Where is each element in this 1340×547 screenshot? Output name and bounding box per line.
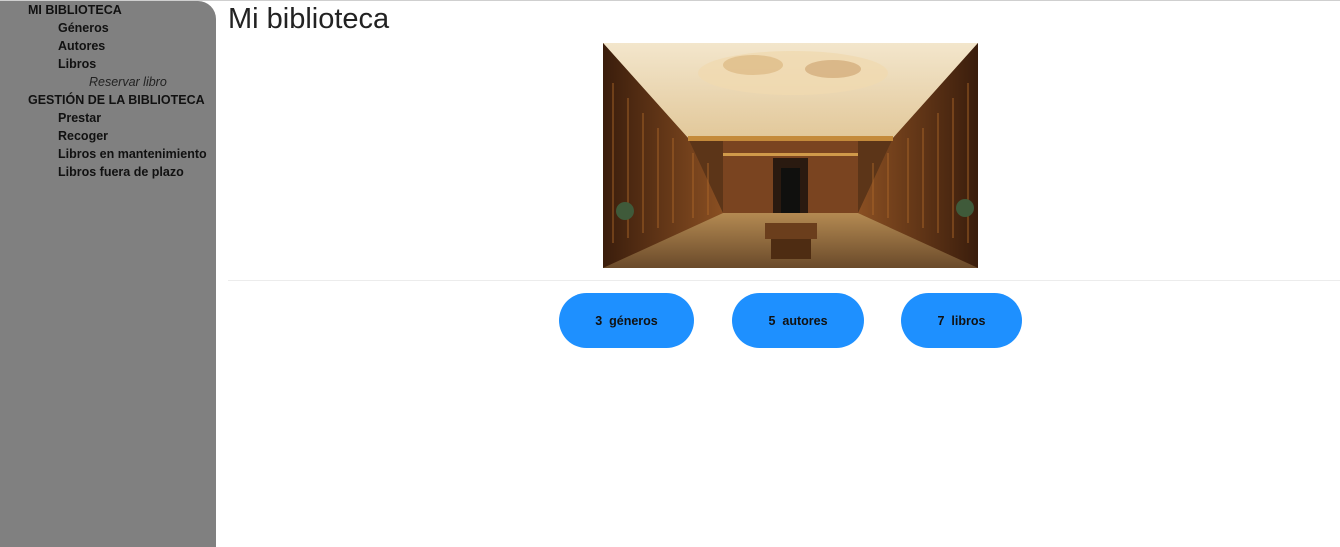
sidebar-section-mi-biblioteca[interactable]: MI BIBLIOTECA: [28, 1, 122, 19]
sidebar-item-autores[interactable]: Autores: [58, 37, 105, 55]
authors-label: autores: [782, 313, 828, 328]
sidebar-item-libros-fuera-plazo[interactable]: Libros fuera de plazo: [58, 163, 184, 181]
sidebar-menu: MI BIBLIOTECA Géneros Autores Libros Res…: [0, 1, 216, 547]
genres-count: 3: [595, 313, 603, 328]
books-count-button[interactable]: 7 libros: [901, 293, 1022, 348]
genres-label: géneros: [609, 313, 658, 328]
authors-count-button[interactable]: 5 autores: [732, 293, 864, 348]
sidebar-item-prestar[interactable]: Prestar: [58, 109, 101, 127]
page-title: Mi biblioteca: [228, 3, 390, 35]
books-label: libros: [951, 313, 986, 328]
sidebar-item-reservar-libro[interactable]: Reservar libro: [89, 73, 167, 91]
sidebar-item-libros[interactable]: Libros: [58, 55, 96, 73]
content-divider: [228, 280, 1340, 281]
authors-count: 5: [768, 313, 776, 328]
books-count: 7: [937, 313, 945, 328]
sidebar-item-generos[interactable]: Géneros: [58, 19, 109, 37]
genres-count-button[interactable]: 3 géneros: [559, 293, 694, 348]
sidebar-item-recoger[interactable]: Recoger: [58, 127, 108, 145]
sidebar-section-gestion[interactable]: GESTIÓN DE LA BIBLIOTECA: [28, 91, 205, 109]
sidebar-item-libros-mantenimiento[interactable]: Libros en mantenimiento: [58, 145, 207, 163]
library-hall-image: [603, 43, 978, 268]
